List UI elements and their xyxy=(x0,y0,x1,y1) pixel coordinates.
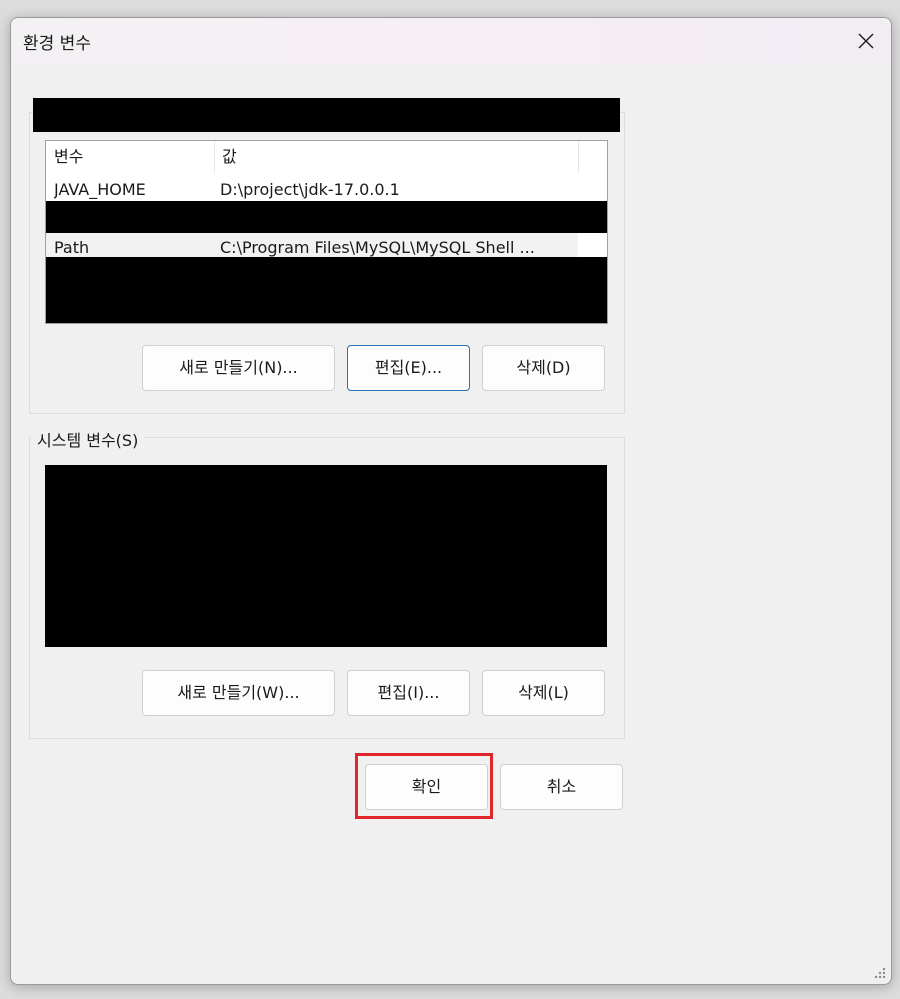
cancel-button[interactable]: 취소 xyxy=(500,764,623,810)
redacted-row xyxy=(46,201,607,233)
resize-grip-icon[interactable] xyxy=(873,966,887,980)
system-new-button[interactable]: 새로 만들기(W)... xyxy=(142,670,335,716)
redacted-system-variables-list xyxy=(45,465,607,647)
variable-name-cell: JAVA_HOME xyxy=(54,180,146,199)
environment-variables-dialog: 환경 변수 변수 값 JAVA_HOME D:\project\jdk-17.0… xyxy=(10,17,892,985)
close-button[interactable] xyxy=(849,24,883,58)
system-edit-button[interactable]: 편집(I)... xyxy=(347,670,470,716)
list-header: 변수 값 xyxy=(46,141,607,173)
column-header-value[interactable]: 값 xyxy=(214,141,578,173)
window-title: 환경 변수 xyxy=(23,34,91,54)
user-variables-list[interactable]: 변수 값 JAVA_HOME D:\project\jdk-17.0.0.1 P… xyxy=(45,140,608,324)
user-new-button[interactable]: 새로 만들기(N)... xyxy=(142,345,335,391)
close-icon xyxy=(858,33,874,49)
table-row[interactable]: JAVA_HOME D:\project\jdk-17.0.0.1 xyxy=(46,175,607,204)
user-delete-button[interactable]: 삭제(D) xyxy=(482,345,605,391)
redacted-user-group-title xyxy=(33,98,620,132)
system-delete-button[interactable]: 삭제(L) xyxy=(482,670,605,716)
redacted-rows xyxy=(46,257,607,323)
column-separator[interactable] xyxy=(578,141,579,173)
user-edit-button[interactable]: 편집(E)... xyxy=(347,345,470,391)
ok-button-highlight xyxy=(355,753,493,819)
variable-value-cell: D:\project\jdk-17.0.0.1 xyxy=(220,180,400,199)
title-bar: 환경 변수 xyxy=(11,18,891,64)
column-header-variable[interactable]: 변수 xyxy=(46,141,214,173)
system-variables-title: 시스템 변수(S) xyxy=(31,427,145,451)
